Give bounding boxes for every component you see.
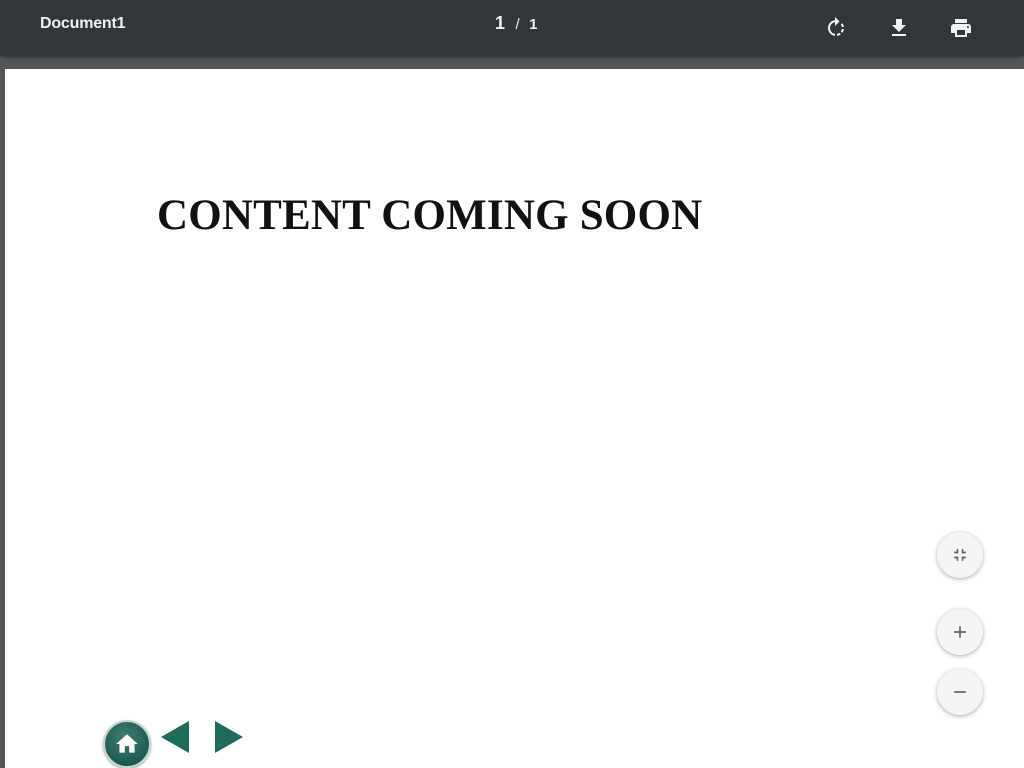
arrow-left-icon bbox=[161, 721, 189, 753]
fit-to-page-button[interactable] bbox=[937, 532, 983, 578]
minus-icon bbox=[954, 691, 966, 693]
zoom-out-button[interactable] bbox=[937, 669, 983, 715]
document-viewer[interactable]: CONTENT COMING SOON bbox=[0, 56, 1024, 768]
fit-to-page-icon bbox=[954, 549, 966, 561]
rotate-icon bbox=[828, 17, 844, 36]
download-icon bbox=[892, 19, 906, 36]
home-icon bbox=[116, 734, 138, 753]
page-heading: CONTENT COMING SOON bbox=[157, 192, 703, 239]
pdf-page: CONTENT COMING SOON bbox=[5, 69, 1024, 768]
pdf-toolbar: Document1 1 / 1 bbox=[0, 0, 1024, 56]
rotate-button[interactable] bbox=[818, 10, 854, 46]
arrow-right-icon bbox=[215, 721, 243, 753]
download-button[interactable] bbox=[881, 10, 917, 46]
previous-page-button[interactable] bbox=[160, 720, 190, 754]
page-number-total: 1 bbox=[529, 16, 538, 33]
print-icon bbox=[951, 19, 971, 37]
document-title: Document1 bbox=[40, 15, 126, 32]
page-number-current[interactable]: 1 bbox=[495, 13, 505, 33]
home-button[interactable] bbox=[103, 720, 151, 768]
print-button[interactable] bbox=[943, 10, 979, 46]
page-counter: 1 / 1 bbox=[495, 13, 537, 34]
zoom-in-button[interactable] bbox=[937, 609, 983, 655]
plus-icon bbox=[954, 626, 966, 638]
page-number-separator: / bbox=[515, 16, 520, 33]
next-page-button[interactable] bbox=[214, 720, 244, 754]
